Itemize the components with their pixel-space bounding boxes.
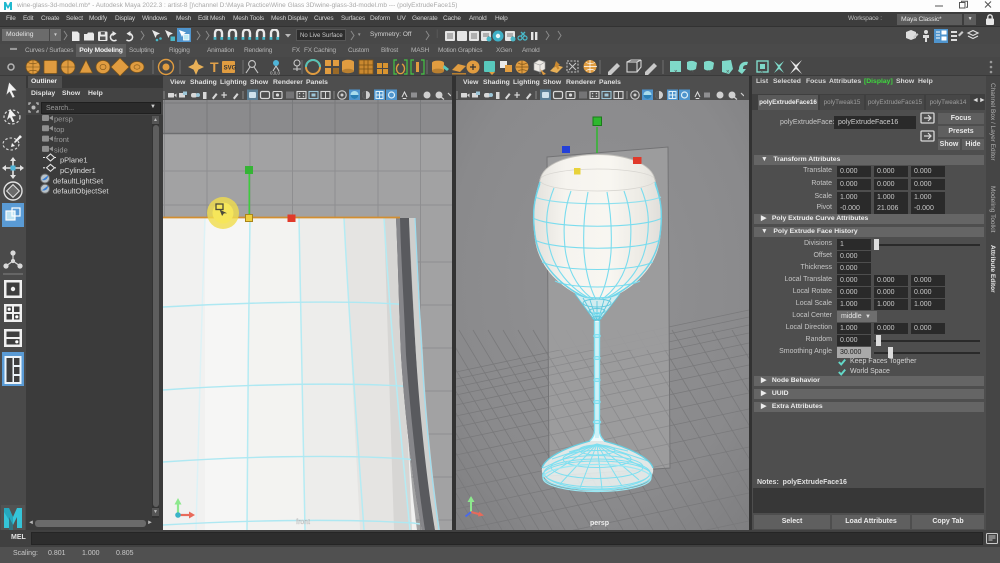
- svg-text:top: top: [54, 125, 64, 134]
- svg-text:persp: persp: [54, 115, 73, 124]
- svg-text:×: ×: [726, 70, 730, 76]
- svg-text:defaultLightSet: defaultLightSet: [53, 176, 104, 185]
- svg-text:front: front: [54, 135, 70, 144]
- svg-text:side: side: [54, 145, 68, 154]
- svg-text:×: ×: [760, 70, 764, 76]
- svg-text:pPlane1: pPlane1: [60, 156, 88, 165]
- svg-text:T: T: [210, 59, 219, 75]
- svg-text:front: front: [296, 519, 310, 526]
- svg-text:×: ×: [708, 70, 712, 76]
- svg-text:×: ×: [691, 70, 695, 76]
- svg-text:persp: persp: [590, 520, 609, 527]
- svg-text:SVG: SVG: [224, 66, 237, 72]
- svg-text:pCylinder1: pCylinder1: [60, 166, 96, 175]
- svg-text:0,0,0: 0,0,0: [270, 71, 281, 76]
- svg-text:×: ×: [674, 70, 678, 76]
- svg-text:defaultObjectSet: defaultObjectSet: [53, 187, 109, 196]
